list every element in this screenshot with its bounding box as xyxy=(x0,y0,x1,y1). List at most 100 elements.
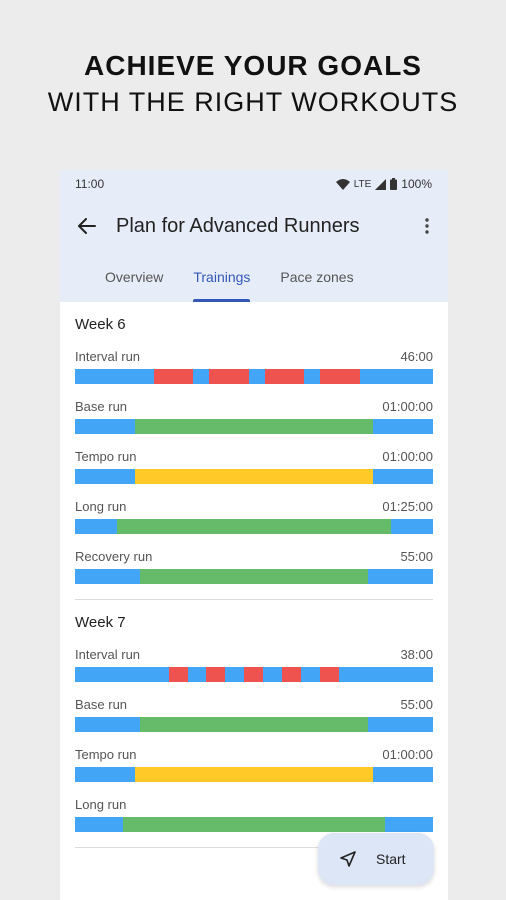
workout-intensity-bar xyxy=(75,369,433,384)
workout-name: Tempo run xyxy=(75,747,137,762)
navigation-icon xyxy=(338,849,358,869)
bar-segment-easy xyxy=(338,667,433,682)
week-section: Week 6 Interval run 46:00 Base run 01:00:00 T… xyxy=(60,302,448,600)
toolbar: Plan for Advanced Runners xyxy=(60,198,448,254)
workout-item[interactable]: Long run 01:25:00 xyxy=(75,499,433,534)
bar-segment-interval xyxy=(320,369,360,384)
tab-overview[interactable]: Overview xyxy=(105,254,163,302)
workout-item[interactable]: Tempo run 01:00:00 xyxy=(75,747,433,782)
arrow-back-icon xyxy=(78,218,96,234)
workout-item[interactable]: Interval run 38:00 xyxy=(75,647,433,682)
bar-segment-easy xyxy=(75,717,141,732)
workout-name: Long run xyxy=(75,797,127,812)
bar-segment-tempo xyxy=(134,767,374,782)
tab-trainings[interactable]: Trainings xyxy=(193,254,251,302)
status-bar: 11:00 LTE 100% xyxy=(60,170,448,198)
workout-item[interactable]: Recovery run 55:00 xyxy=(75,549,433,584)
app-bar: 11:00 LTE 100% Plan for Advanced Runners xyxy=(60,170,448,302)
bar-segment-easy xyxy=(390,519,433,534)
bar-segment-easy xyxy=(75,369,154,384)
bar-segment-easy xyxy=(187,667,207,682)
workout-duration: 01:25:00 xyxy=(382,499,433,514)
bar-segment-easy xyxy=(75,817,124,832)
workout-duration: 01:00:00 xyxy=(382,399,433,414)
bar-segment-easy xyxy=(75,519,118,534)
workout-intensity-bar xyxy=(75,667,433,682)
bar-segment-interval xyxy=(244,667,264,682)
workout-intensity-bar xyxy=(75,569,433,584)
workout-item[interactable]: Long run xyxy=(75,797,433,832)
bar-segment-easy xyxy=(300,667,320,682)
bar-segment-base xyxy=(134,419,374,434)
workout-intensity-bar xyxy=(75,419,433,434)
bar-segment-tempo xyxy=(134,469,374,484)
workout-duration: 55:00 xyxy=(400,697,433,712)
start-button-label: Start xyxy=(376,851,406,867)
workout-item[interactable]: Base run 55:00 xyxy=(75,697,433,732)
workout-item[interactable]: Base run 01:00:00 xyxy=(75,399,433,434)
bar-segment-easy xyxy=(75,767,135,782)
bar-segment-easy xyxy=(75,667,169,682)
workout-name: Recovery run xyxy=(75,549,153,564)
bar-segment-easy xyxy=(263,667,282,682)
bar-segment-easy xyxy=(373,419,433,434)
tab-bar: Overview Trainings Pace zones xyxy=(60,254,448,302)
headline-line-1: ACHIEVE YOUR GOALS xyxy=(84,50,422,81)
bar-segment-easy xyxy=(373,469,433,484)
bar-segment-interval xyxy=(168,667,188,682)
phone-screen: 11:00 LTE 100% Plan for Advanced Runners xyxy=(60,170,448,900)
bar-segment-base xyxy=(140,717,368,732)
bar-segment-easy xyxy=(75,469,135,484)
bar-segment-easy xyxy=(225,667,245,682)
bar-segment-easy xyxy=(367,717,433,732)
workout-name: Long run xyxy=(75,499,127,514)
bar-segment-easy xyxy=(373,767,433,782)
trainings-list: Week 6 Interval run 46:00 Base run 01:00:00 T… xyxy=(60,302,448,848)
workout-name: Interval run xyxy=(75,349,141,364)
workout-duration: 01:00:00 xyxy=(382,747,433,762)
bar-segment-interval xyxy=(206,667,226,682)
workout-item[interactable]: Interval run 46:00 xyxy=(75,349,433,384)
bar-segment-base xyxy=(117,519,391,534)
workout-duration: 46:00 xyxy=(400,349,433,364)
page-title: Plan for Advanced Runners xyxy=(116,214,360,237)
workout-intensity-bar xyxy=(75,817,433,832)
bar-segment-easy xyxy=(75,569,141,584)
week-section: Week 7 Interval run 38:00 Base run 55:00 Temp… xyxy=(60,600,448,848)
bar-segment-easy xyxy=(367,569,433,584)
workout-name: Tempo run xyxy=(75,449,137,464)
tab-pace-zones[interactable]: Pace zones xyxy=(280,254,353,302)
bar-segment-easy xyxy=(248,369,265,384)
battery-icon xyxy=(390,178,398,190)
bar-segment-easy xyxy=(193,369,210,384)
start-button[interactable]: Start xyxy=(318,833,434,885)
promo-headline: ACHIEVE YOUR GOALS WITH THE RIGHT WORKOU… xyxy=(0,48,506,120)
more-options-button[interactable] xyxy=(414,218,440,234)
headline-line-2: WITH THE RIGHT WORKOUTS xyxy=(47,87,459,117)
back-button[interactable] xyxy=(74,213,100,239)
week-title: Week 7 xyxy=(75,614,126,631)
signal-icon xyxy=(375,178,387,190)
workout-duration: 38:00 xyxy=(400,647,433,662)
bar-segment-interval xyxy=(209,369,249,384)
battery-percent: 100% xyxy=(401,177,432,191)
bar-segment-easy xyxy=(304,369,321,384)
bar-segment-easy xyxy=(75,419,135,434)
network-label: LTE xyxy=(353,178,372,190)
workout-intensity-bar xyxy=(75,469,433,484)
wifi-icon xyxy=(335,178,350,190)
bar-segment-base xyxy=(123,817,385,832)
bar-segment-interval xyxy=(264,369,305,384)
week-title: Week 6 xyxy=(75,316,126,333)
more-vert-icon xyxy=(425,218,429,234)
workout-duration: 01:00:00 xyxy=(382,449,433,464)
workout-duration: 55:00 xyxy=(400,549,433,564)
bar-segment-easy xyxy=(384,817,433,832)
status-time: 11:00 xyxy=(75,177,105,191)
bar-segment-easy xyxy=(359,369,433,384)
workout-item[interactable]: Tempo run 01:00:00 xyxy=(75,449,433,484)
workout-intensity-bar xyxy=(75,717,433,732)
bar-segment-interval xyxy=(319,667,339,682)
bar-segment-interval xyxy=(281,667,301,682)
bar-segment-base xyxy=(140,569,368,584)
